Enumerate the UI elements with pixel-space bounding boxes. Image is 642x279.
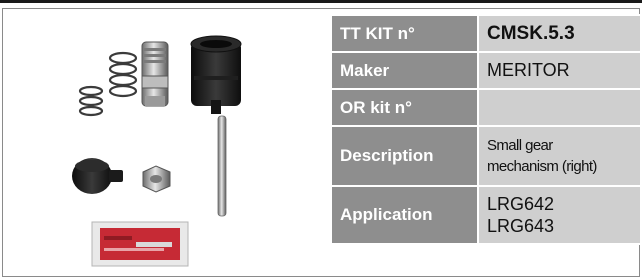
spring-icon [78,85,104,117]
spec-row-tt-kit: TT KIT n° CMSK.5.3 [330,14,642,53]
shaft-icon [141,41,169,107]
spec-table: TT KIT n° CMSK.5.3 Maker MERITOR OR kit … [330,14,642,245]
gear-housing-icon [190,35,242,114]
application-line: LRG642 [487,194,555,214]
label-maker: Maker [330,51,479,90]
kit-parts-photo [72,35,242,267]
spec-row-or-kit: OR kit n° [330,88,642,127]
spec-row-description: Description Small gear mechanism (right) [330,125,642,187]
value-or-kit [477,88,642,127]
cap-icon [72,158,123,194]
spec-row-application: Application LRG642 LRG643 [330,185,642,245]
label-description: Description [330,125,479,187]
label-application: Application [330,185,479,245]
application-line: LRG643 [487,216,555,236]
description-line: Small gear [487,137,553,154]
top-rule [0,0,642,3]
nut-icon [142,165,171,193]
value-tt-kit: CMSK.5.3 [477,14,642,53]
pin-icon [217,115,227,217]
label-or-kit: OR kit n° [330,88,479,127]
value-maker: MERITOR [477,51,642,90]
spring-icon [108,51,138,98]
grease-sachet-icon [91,221,189,267]
spec-row-maker: Maker MERITOR [330,51,642,90]
value-application: LRG642 LRG643 [477,185,642,245]
value-description: Small gear mechanism (right) [477,125,642,187]
description-line: mechanism (right) [487,158,597,175]
label-tt-kit: TT KIT n° [330,14,479,53]
